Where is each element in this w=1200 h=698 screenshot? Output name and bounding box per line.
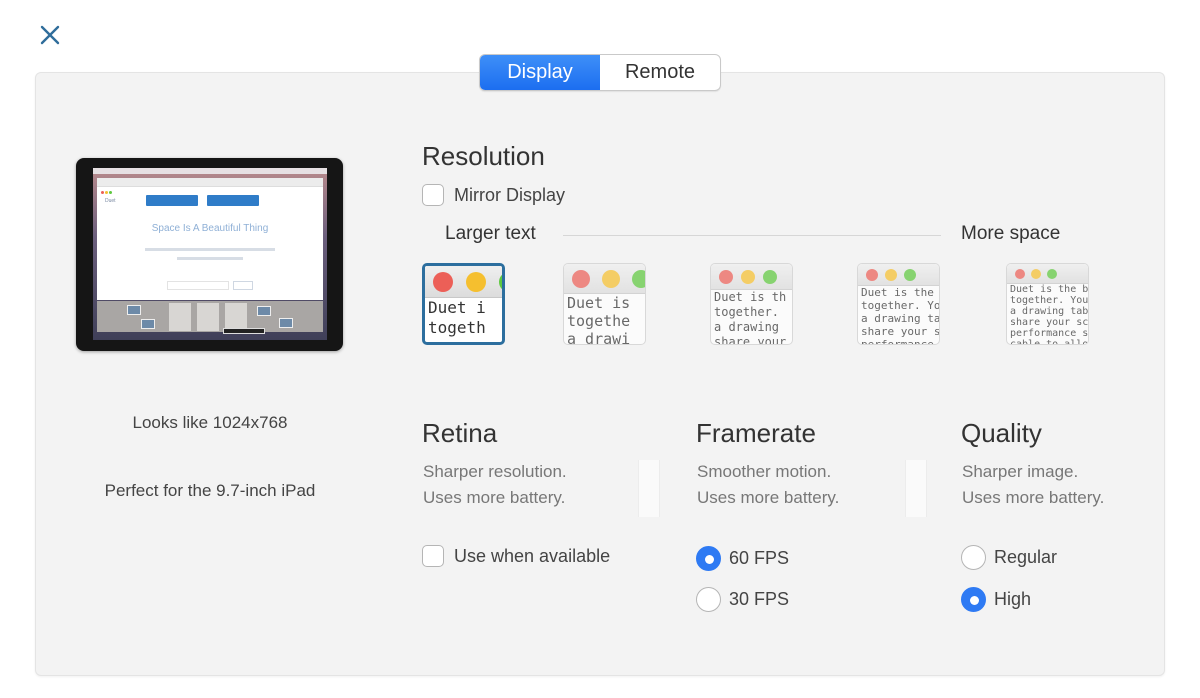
close-x-icon <box>40 25 60 45</box>
quality-description: Sharper image. Uses more battery. <box>962 462 1105 507</box>
looks-like-label: Looks like 1024x768 <box>132 413 288 432</box>
zoom-dot-icon <box>904 269 916 281</box>
column-divider <box>905 460 927 517</box>
minimize-dot-icon <box>741 270 755 284</box>
ipad-headline: Space Is A Beautiful Thing <box>151 223 269 234</box>
window-titlebar <box>564 264 645 294</box>
checkbox-box[interactable] <box>422 184 444 206</box>
ipad-site-logo: Duet <box>105 198 116 204</box>
ipad-preview-image: Duet Space Is A Beautiful Thing <box>76 158 343 351</box>
minimize-dot-icon <box>1031 269 1041 279</box>
radio-button[interactable] <box>696 587 721 612</box>
sample-text: Duet is togethe a drawi <box>567 294 631 345</box>
radio-button-selected[interactable] <box>961 587 986 612</box>
close-dot-icon <box>433 272 453 292</box>
resolution-heading: Resolution <box>422 141 545 171</box>
scale-divider-line <box>563 235 941 236</box>
retina-description: Sharper resolution. Uses more battery. <box>423 462 567 507</box>
use-when-available-label: Use when available <box>454 545 611 566</box>
minimize-dot-icon <box>466 272 486 292</box>
retina-heading: Retina <box>422 418 498 448</box>
more-space-label: More space <box>961 223 1061 244</box>
resolution-option[interactable]: Duet is the be together. You a drawing t… <box>1006 263 1089 345</box>
tab-switcher: Display Remote <box>479 54 721 91</box>
framerate-description: Smoother motion. Uses more battery. <box>697 462 840 507</box>
radio-button-selected[interactable] <box>696 546 721 571</box>
ipad-download-buttons <box>146 195 259 206</box>
zoom-dot-icon <box>1047 269 1057 279</box>
resolution-option[interactable]: Duet is the together. Yo a drawing ta sh… <box>857 263 940 345</box>
resolution-option[interactable]: Duet is togethe a drawi <box>563 263 646 345</box>
resolution-option[interactable]: Duet i togeth <box>422 263 505 345</box>
tab-remote[interactable]: Remote <box>600 55 720 90</box>
mirror-display-checkbox[interactable]: Mirror Display <box>422 184 565 206</box>
tab-display[interactable]: Display <box>480 55 600 90</box>
radio-label: 30 FPS <box>729 589 790 609</box>
column-divider <box>638 460 660 517</box>
close-dot-icon <box>1015 269 1025 279</box>
radio-60-fps[interactable]: 60 FPS <box>696 546 789 571</box>
window-titlebar <box>858 264 939 286</box>
radio-quality-high[interactable]: High <box>961 587 1031 612</box>
checkbox-box[interactable] <box>422 545 444 567</box>
ipad-menubar <box>93 168 327 174</box>
window-titlebar <box>425 266 502 298</box>
radio-quality-regular[interactable]: Regular <box>961 545 1057 570</box>
ipad-dock <box>97 301 323 332</box>
window-titlebar <box>1007 264 1088 284</box>
perfect-for-label: Perfect for the 9.7-inch iPad <box>104 481 316 500</box>
sample-text: Duet is the together. Yo a drawing ta sh… <box>861 286 939 345</box>
framerate-heading: Framerate <box>696 418 816 448</box>
ipad-browser-window: Duet Space Is A Beautiful Thing <box>97 178 323 300</box>
mirror-display-label: Mirror Display <box>454 184 566 205</box>
ipad-screen: Duet Space Is A Beautiful Thing <box>93 168 327 340</box>
quality-heading: Quality <box>961 418 1042 448</box>
resolution-option[interactable]: Duet is th together. a drawing share you… <box>710 263 793 345</box>
sample-text: Duet is the be together. You a drawing t… <box>1010 284 1088 345</box>
sample-text: Duet i togeth <box>428 298 486 337</box>
sample-text: Duet is th together. a drawing share you… <box>714 290 787 345</box>
window-titlebar <box>711 264 792 290</box>
zoom-dot-icon <box>632 270 645 288</box>
larger-text-label: Larger text <box>445 223 536 244</box>
retina-use-when-available-checkbox[interactable]: Use when available <box>422 545 610 567</box>
close-dot-icon <box>719 270 733 284</box>
close-dot-icon <box>866 269 878 281</box>
zoom-dot-icon <box>763 270 777 284</box>
minimize-dot-icon <box>885 269 897 281</box>
radio-30-fps[interactable]: 30 FPS <box>696 587 789 612</box>
radio-label: Regular <box>994 547 1058 567</box>
close-dot-icon <box>572 270 590 288</box>
radio-label: 60 FPS <box>729 548 790 568</box>
radio-label: High <box>994 589 1032 609</box>
radio-button[interactable] <box>961 545 986 570</box>
close-button[interactable] <box>37 22 63 48</box>
minimize-dot-icon <box>602 270 620 288</box>
zoom-dot-icon <box>499 272 502 292</box>
